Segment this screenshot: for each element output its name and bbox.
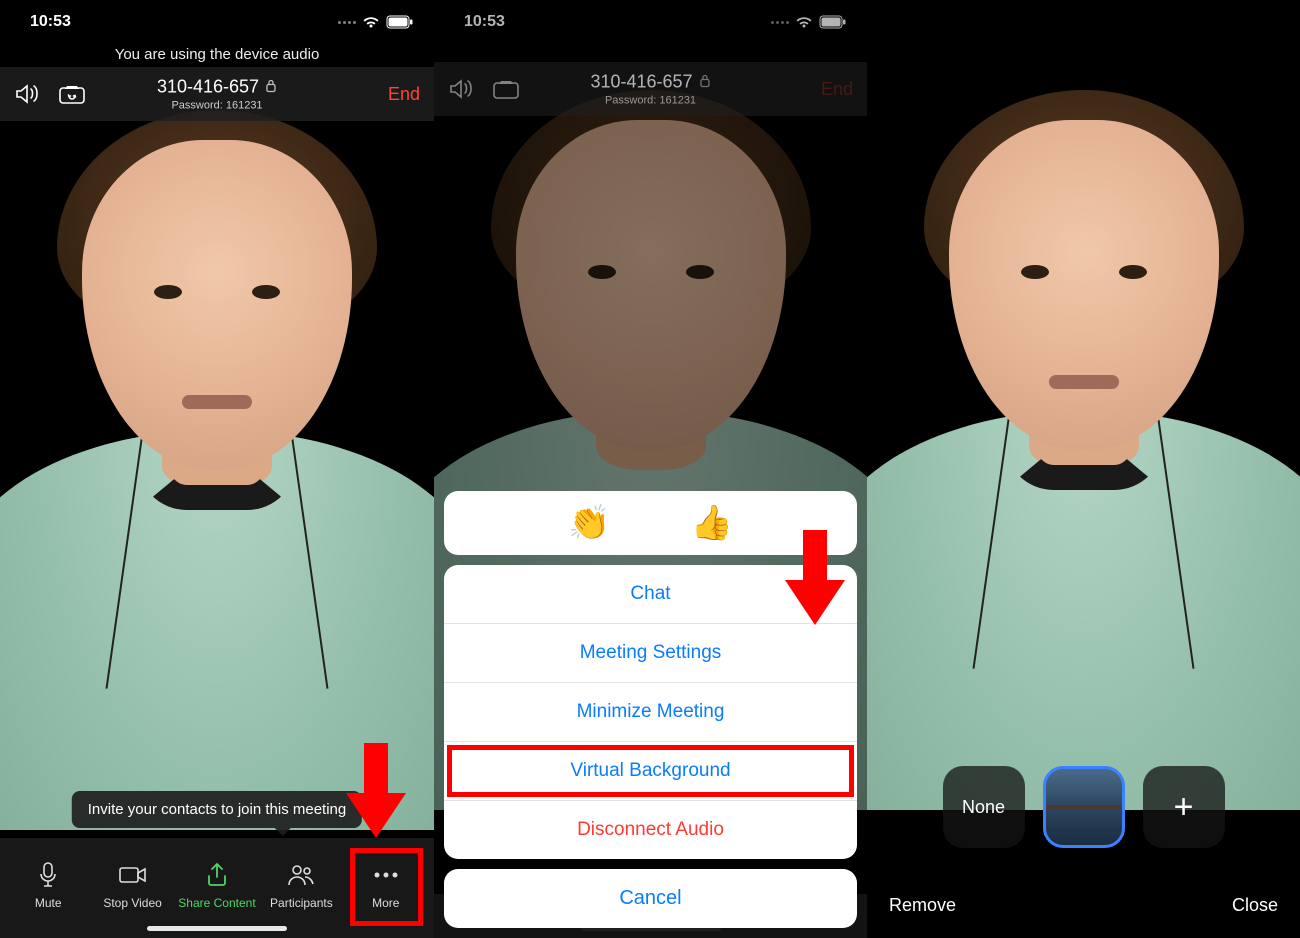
switch-camera-icon[interactable] [492, 78, 520, 100]
annotation-arrow [346, 743, 406, 838]
self-video [0, 110, 434, 830]
audio-banner: You are using the device audio [0, 44, 434, 67]
share-icon [205, 860, 229, 890]
meeting-id[interactable]: 310-416-657 [157, 77, 277, 98]
sheet-item-settings[interactable]: Meeting Settings [444, 623, 857, 682]
status-bar: 10:53 [0, 0, 434, 44]
end-button[interactable]: End [821, 79, 853, 100]
meeting-password: Password: 161231 [157, 100, 277, 112]
bg-option-add[interactable]: + [1143, 766, 1225, 848]
sheet-cancel-button[interactable]: Cancel [444, 869, 857, 928]
stop-video-button[interactable]: Stop Video [90, 860, 174, 910]
bottom-actions: Remove Close [867, 895, 1300, 916]
speaker-icon[interactable] [448, 78, 474, 100]
sheet-item-disconnect-audio[interactable]: Disconnect Audio [444, 800, 857, 859]
reaction-clap[interactable]: 👏 [568, 503, 610, 543]
cell-signal-icon [771, 21, 789, 24]
share-content-button[interactable]: Share Content [175, 860, 259, 910]
mute-button[interactable]: Mute [6, 860, 90, 910]
status-bar: 10:53 [434, 0, 867, 44]
lock-icon [699, 74, 711, 91]
participants-icon [286, 860, 316, 890]
switch-camera-icon[interactable] [58, 83, 86, 105]
bg-option-none[interactable]: None [943, 766, 1025, 848]
status-time: 10:53 [464, 13, 505, 31]
sheet-item-virtual-background[interactable]: Virtual Background [444, 741, 857, 800]
plus-icon: + [1174, 788, 1194, 827]
battery-icon [386, 15, 414, 29]
battery-icon [819, 15, 847, 29]
bg-option-bridge[interactable] [1043, 766, 1125, 848]
cancel-sheet: Cancel [444, 869, 857, 928]
self-video [867, 90, 1300, 810]
screenshot-step-2: 10:53 310-416-657 Password: 161231 [434, 0, 867, 938]
mic-icon [37, 860, 59, 890]
meeting-topbar: 310-416-657 Password: 161231 End [434, 62, 867, 116]
annotation-highlight-more [350, 848, 423, 926]
speaker-icon[interactable] [14, 83, 40, 105]
status-time: 10:53 [30, 13, 71, 31]
meeting-topbar: 310-416-657 Password: 161231 End [0, 67, 434, 121]
meeting-id[interactable]: 310-416-657 [590, 72, 710, 93]
remove-button[interactable]: Remove [889, 895, 956, 916]
invite-tooltip: Invite your contacts to join this meetin… [72, 791, 362, 828]
participants-button[interactable]: Participants [259, 860, 343, 910]
wifi-icon [795, 15, 813, 29]
background-selector: None + [943, 766, 1225, 848]
screenshot-step-1: 10:53 You are using the device audio 310… [0, 0, 434, 938]
end-button[interactable]: End [388, 84, 420, 105]
reaction-thumbs-up[interactable]: 👍 [691, 503, 733, 543]
lock-icon [265, 79, 277, 96]
annotation-arrow [785, 530, 845, 625]
home-indicator[interactable] [147, 926, 287, 931]
cell-signal-icon [338, 21, 356, 24]
wifi-icon [362, 15, 380, 29]
meeting-password: Password: 161231 [590, 95, 710, 107]
close-button[interactable]: Close [1232, 895, 1278, 916]
screenshot-step-3: None + Remove Close [867, 0, 1300, 938]
video-icon [118, 860, 148, 890]
sheet-item-minimize[interactable]: Minimize Meeting [444, 682, 857, 741]
